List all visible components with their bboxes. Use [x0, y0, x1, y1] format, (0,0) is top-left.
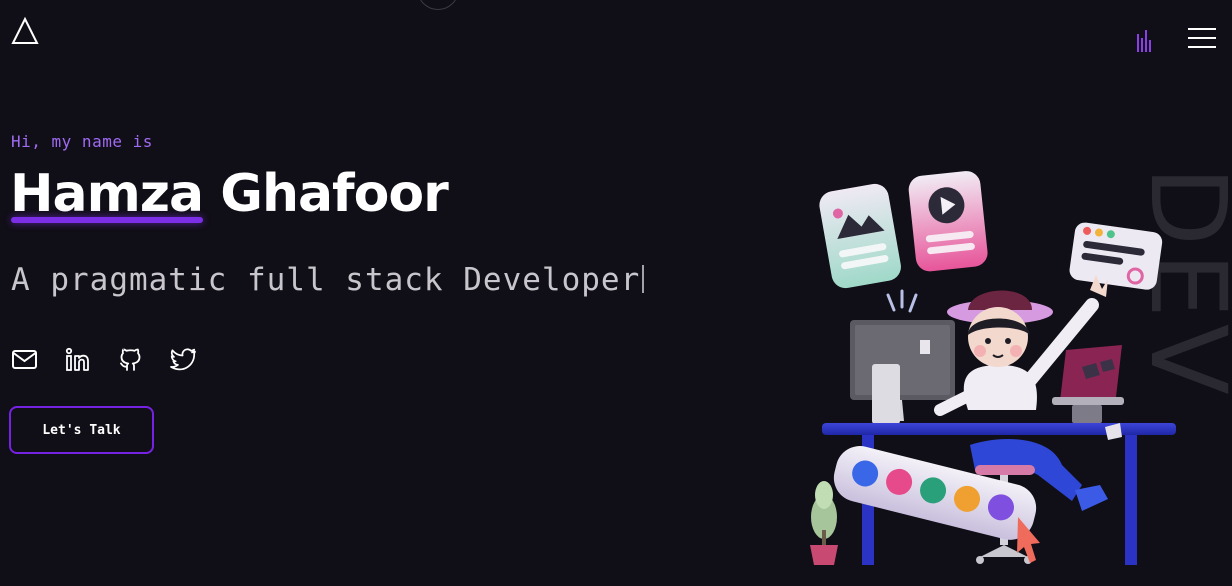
developer-illustration [810, 171, 1176, 565]
cursor-circle [417, 0, 459, 10]
plant-icon [810, 481, 838, 565]
linkedin-icon[interactable] [64, 346, 91, 373]
hamburger-menu-icon[interactable] [1188, 26, 1216, 50]
lets-talk-button[interactable]: Let's Talk [9, 406, 154, 454]
tagline: A pragmatic full stack Developer [11, 262, 645, 298]
logo-triangle-icon[interactable] [10, 16, 40, 46]
last-name: Ghafoor [220, 164, 449, 224]
mail-icon[interactable] [11, 346, 38, 373]
sound-bars-icon[interactable] [1136, 28, 1154, 52]
twitter-icon[interactable] [170, 346, 197, 373]
chat-card-icon [1069, 222, 1163, 290]
github-icon[interactable] [117, 346, 144, 373]
greeting-text: Hi, my name is [11, 132, 153, 151]
tagline-text: A pragmatic full stack Developer [11, 262, 641, 298]
typing-caret [642, 265, 645, 293]
social-links [11, 346, 197, 373]
page-title: Hamza Ghafoor [10, 164, 449, 224]
laptop-icon [1052, 345, 1124, 423]
video-card-icon [908, 171, 988, 272]
first-name: Hamza [10, 164, 204, 224]
image-card-icon [819, 183, 901, 289]
